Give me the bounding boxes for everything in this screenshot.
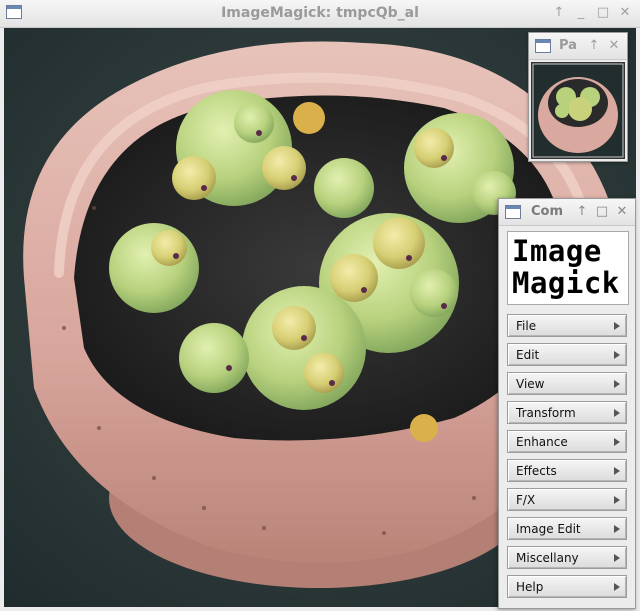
menu-miscellany-button[interactable]: Miscellany xyxy=(507,546,627,569)
logo-line-2: Magick xyxy=(512,266,620,300)
maximize-icon[interactable]: □ xyxy=(595,203,609,221)
shade-icon[interactable]: ↑ xyxy=(575,203,589,221)
menu-fx-button[interactable]: F/X xyxy=(507,488,627,511)
thumbnail-image xyxy=(532,63,624,158)
submenu-arrow-icon xyxy=(614,525,620,533)
menu-file-button[interactable]: File xyxy=(507,314,627,337)
menu-label: Image Edit xyxy=(516,522,581,536)
commands-window: Com ↑ □ ✕ Image Magick File Edit View Tr… xyxy=(498,198,636,609)
minimize-icon[interactable]: _ xyxy=(574,4,588,22)
submenu-arrow-icon xyxy=(614,496,620,504)
shade-icon[interactable]: ↑ xyxy=(552,4,566,22)
imagemagick-logo: Image Magick xyxy=(507,231,629,305)
submenu-arrow-icon xyxy=(614,380,620,388)
shade-icon[interactable]: ↑ xyxy=(587,37,601,55)
menu-enhance-button[interactable]: Enhance xyxy=(507,430,627,453)
menu-label: View xyxy=(516,377,545,391)
maximize-icon[interactable]: □ xyxy=(596,4,610,22)
submenu-arrow-icon xyxy=(614,467,620,475)
menu-label: Effects xyxy=(516,464,557,478)
submenu-arrow-icon xyxy=(614,583,620,591)
menu-label: Help xyxy=(516,580,544,594)
menu-label: F/X xyxy=(516,493,536,507)
menu-label: Edit xyxy=(516,348,540,362)
menu-label: Transform xyxy=(516,406,576,420)
submenu-arrow-icon xyxy=(614,351,620,359)
pan-thumbnail[interactable] xyxy=(531,62,625,159)
logo-line-1: Image xyxy=(512,234,602,268)
submenu-arrow-icon xyxy=(614,409,620,417)
menu-transform-button[interactable]: Transform xyxy=(507,401,627,424)
window-title: ImageMagick: tmpcQb_al xyxy=(221,5,419,21)
menu-effects-button[interactable]: Effects xyxy=(507,459,627,482)
window-icon[interactable] xyxy=(505,205,521,219)
menu-view-button[interactable]: View xyxy=(507,372,627,395)
menu-label: File xyxy=(516,319,537,333)
submenu-arrow-icon xyxy=(614,322,620,330)
submenu-arrow-icon xyxy=(614,554,620,562)
main-titlebar[interactable]: ImageMagick: tmpcQb_al ↑ _ □ ✕ xyxy=(0,0,640,28)
menu-edit-button[interactable]: Edit xyxy=(507,343,627,366)
close-icon[interactable]: ✕ xyxy=(607,37,621,55)
window-icon[interactable] xyxy=(535,39,551,53)
pan-titlebar[interactable]: Pa ↑ ✕ xyxy=(529,33,627,60)
commands-titlebar[interactable]: Com ↑ □ ✕ xyxy=(499,199,635,226)
menu-help-button[interactable]: Help xyxy=(507,575,627,598)
menu-label: Miscellany xyxy=(516,551,579,565)
menu-label: Enhance xyxy=(516,435,568,449)
command-menu: File Edit View Transform Enhance Effects… xyxy=(507,314,627,604)
pan-window: Pa ↑ ✕ xyxy=(528,32,628,162)
submenu-arrow-icon xyxy=(614,438,620,446)
close-icon[interactable]: ✕ xyxy=(618,4,632,22)
menu-image-edit-button[interactable]: Image Edit xyxy=(507,517,627,540)
close-icon[interactable]: ✕ xyxy=(615,203,629,221)
